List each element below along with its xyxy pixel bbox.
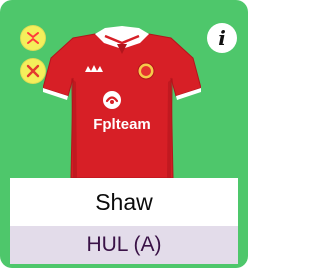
info-icon: i [218,26,226,50]
player-name: Shaw [10,178,238,226]
sponsor-text: Fplteam [93,116,151,133]
swap-arrows-icon [27,32,39,44]
player-fixture: HUL (A) [10,226,238,264]
info-button[interactable]: i [207,23,237,53]
player-card[interactable]: i Fplteam Shaw HUL (A) [0,0,248,268]
close-x-icon [26,64,40,78]
team-shirt: Fplteam [43,26,201,179]
